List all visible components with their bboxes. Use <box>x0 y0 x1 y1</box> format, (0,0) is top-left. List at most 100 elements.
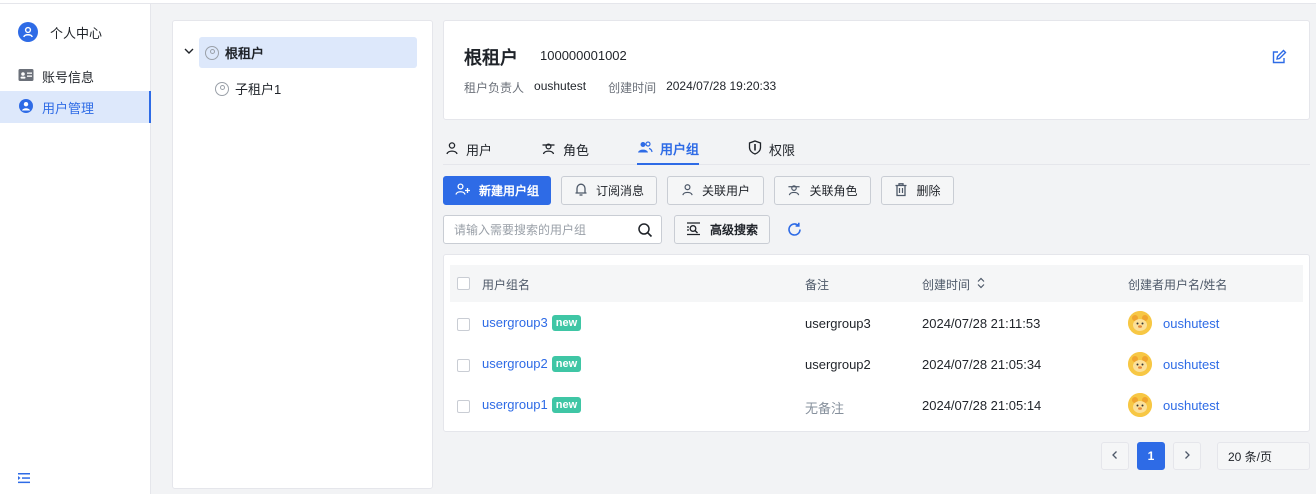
created-value: 2024/07/28 19:20:33 <box>666 79 777 93</box>
tree-node-child-tenant[interactable]: 子租户1 <box>215 73 415 104</box>
column-header-note: 备注 <box>805 278 830 292</box>
page-number-button[interactable]: 1 <box>1137 442 1165 470</box>
owner-label: 租户负责人 <box>464 81 525 95</box>
table-row: usergroup1 new 无备注 2024/07/28 21:05:14 ou… <box>450 386 1303 426</box>
tab-user-groups[interactable]: 用户组 <box>637 133 700 165</box>
link-role-button[interactable]: 关联角色 <box>774 176 871 205</box>
button-label: 关联角色 <box>809 184 858 198</box>
new-badge: new <box>551 356 582 372</box>
sidebar: 个人中心 账号信息 用户管理 <box>0 4 151 494</box>
group-name-link[interactable]: usergroup3 <box>482 315 548 330</box>
tenant-name: 根租户 <box>464 48 518 68</box>
row-checkbox[interactable] <box>457 400 470 413</box>
sidebar-item-label: 账号信息 <box>42 69 95 85</box>
refresh-icon[interactable] <box>786 221 803 238</box>
user-group-table: 用户组名 备注 创建时间 创建者用户名/姓名 usergroup3 new use… <box>443 254 1310 432</box>
advanced-search-button[interactable]: 高级搜索 <box>674 215 770 244</box>
table-row: usergroup2 new usergroup2 2024/07/28 21:0… <box>450 345 1303 385</box>
button-label: 新建用户组 <box>478 184 539 198</box>
sidebar-header-title: 个人中心 <box>50 25 103 41</box>
subscribe-button[interactable]: 订阅消息 <box>561 176 657 205</box>
sidebar-item-account-info[interactable]: 账号信息 <box>0 60 151 92</box>
id-card-icon <box>18 68 34 85</box>
sort-icon[interactable] <box>976 277 986 292</box>
tenant-info-card: 根租户 100000001002 租户负责人 oushutest 创建时间 20… <box>443 20 1310 120</box>
tab-label: 用户 <box>466 142 493 158</box>
group-name-link[interactable]: usergroup2 <box>482 356 548 371</box>
edit-icon[interactable] <box>1271 49 1287 65</box>
chevron-right-icon <box>1182 449 1192 463</box>
tab-roles[interactable]: 角色 <box>541 133 589 165</box>
tab-label: 角色 <box>563 142 590 158</box>
search-icon[interactable] <box>637 222 653 241</box>
sidebar-header: 个人中心 <box>18 22 102 42</box>
creator-link[interactable]: oushutest <box>1163 398 1219 413</box>
tab-label: 权限 <box>769 142 796 158</box>
collapse-menu-icon[interactable] <box>16 470 34 488</box>
trash-icon <box>894 182 908 200</box>
user-circle-icon <box>18 98 34 117</box>
column-header-creator: 创建者用户名/姓名 <box>1128 278 1228 292</box>
table-row: usergroup3 new usergroup3 2024/07/28 21:1… <box>450 304 1303 344</box>
button-label: 删除 <box>916 184 941 198</box>
note-cell: usergroup2 <box>805 357 871 372</box>
prev-page-button[interactable] <box>1101 442 1129 470</box>
sidebar-item-user-management[interactable]: 用户管理 <box>0 91 151 123</box>
tab-label: 用户组 <box>660 141 700 157</box>
table-header: 用户组名 备注 创建时间 创建者用户名/姓名 <box>450 265 1303 302</box>
user-icon <box>445 141 459 158</box>
tab-users[interactable]: 用户 <box>445 133 492 165</box>
note-cell: 无备注 <box>805 401 845 416</box>
next-page-button[interactable] <box>1173 442 1201 470</box>
row-checkbox[interactable] <box>457 359 470 372</box>
tenant-tree-panel: 根租户 子租户1 <box>172 20 433 489</box>
new-badge: new <box>551 315 582 331</box>
page-size-select[interactable]: 20 条/页 <box>1217 442 1310 470</box>
delete-button[interactable]: 删除 <box>881 176 954 205</box>
page-size-label: 20 条/页 <box>1228 449 1273 464</box>
tab-permissions[interactable]: 权限 <box>748 133 795 165</box>
select-all-checkbox[interactable] <box>457 277 470 290</box>
chevron-left-icon <box>1110 449 1120 463</box>
tenant-icon <box>205 45 219 60</box>
created-cell: 2024/07/28 21:05:14 <box>922 398 1042 413</box>
tenant-id: 100000001002 <box>540 48 627 63</box>
creator-link[interactable]: oushutest <box>1163 357 1219 372</box>
tenant-meta: 租户负责人 oushutest 创建时间 2024/07/28 19:20:33 <box>464 79 798 96</box>
shield-icon <box>748 140 762 158</box>
group-name-link[interactable]: usergroup1 <box>482 397 548 412</box>
row-checkbox[interactable] <box>457 318 470 331</box>
user-icon <box>681 183 694 199</box>
user-avatar-icon <box>18 22 38 42</box>
search-input[interactable] <box>454 222 629 237</box>
tree-node-root-tenant[interactable]: 根租户 <box>199 37 417 68</box>
column-header-name: 用户组名 <box>482 278 531 292</box>
creator-avatar <box>1128 393 1152 417</box>
role-icon <box>787 183 801 199</box>
top-bar <box>0 0 1316 4</box>
button-label: 关联用户 <box>701 184 750 198</box>
tree-node-label: 根租户 <box>225 46 265 61</box>
user-group-icon <box>637 140 653 157</box>
column-header-created[interactable]: 创建时间 <box>922 276 986 293</box>
tab-bar: 用户 角色 用户组 权限 <box>443 133 1310 165</box>
new-user-group-button[interactable]: 新建用户组 <box>443 176 551 205</box>
group-name-cell: usergroup1 new <box>482 397 582 413</box>
creator-link[interactable]: oushutest <box>1163 316 1219 331</box>
created-cell: 2024/07/28 21:05:34 <box>922 357 1042 372</box>
created-label: 创建时间 <box>608 81 657 95</box>
new-badge: new <box>551 397 582 413</box>
tree-node-label: 子租户1 <box>235 82 282 97</box>
created-cell: 2024/07/28 21:11:53 <box>922 316 1041 331</box>
creator-avatar <box>1128 352 1152 376</box>
owner-value: oushutest <box>534 79 587 93</box>
note-cell: usergroup3 <box>805 316 871 331</box>
role-icon <box>541 141 556 158</box>
column-header-label: 创建时间 <box>922 278 971 292</box>
chevron-down-icon[interactable] <box>183 45 195 57</box>
add-group-icon <box>455 182 471 199</box>
link-user-button[interactable]: 关联用户 <box>667 176 764 205</box>
tenant-icon <box>215 81 229 96</box>
advanced-search-icon <box>686 221 702 239</box>
sidebar-item-label: 用户管理 <box>42 100 95 116</box>
